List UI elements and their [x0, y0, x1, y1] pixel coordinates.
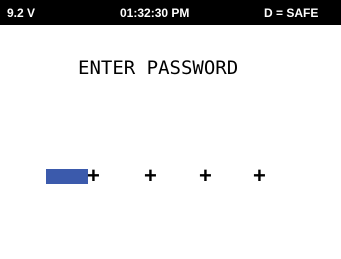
password-screen: 9.2 V 01:32:30 PM D = SAFE ENTER PASSWOR…	[0, 0, 341, 259]
password-digit-2[interactable]: +	[144, 163, 157, 189]
password-digit-3[interactable]: +	[199, 163, 212, 189]
status-bar: 9.2 V 01:32:30 PM D = SAFE	[0, 0, 341, 25]
input-cursor	[46, 169, 88, 184]
clock-time: 01:32:30 PM	[120, 6, 190, 20]
page-title: ENTER PASSWORD	[78, 57, 239, 79]
safety-mode: D = SAFE	[264, 6, 319, 20]
password-digit-1[interactable]: +	[87, 163, 100, 189]
password-digit-4[interactable]: +	[253, 163, 266, 189]
battery-voltage: 9.2 V	[7, 6, 36, 20]
